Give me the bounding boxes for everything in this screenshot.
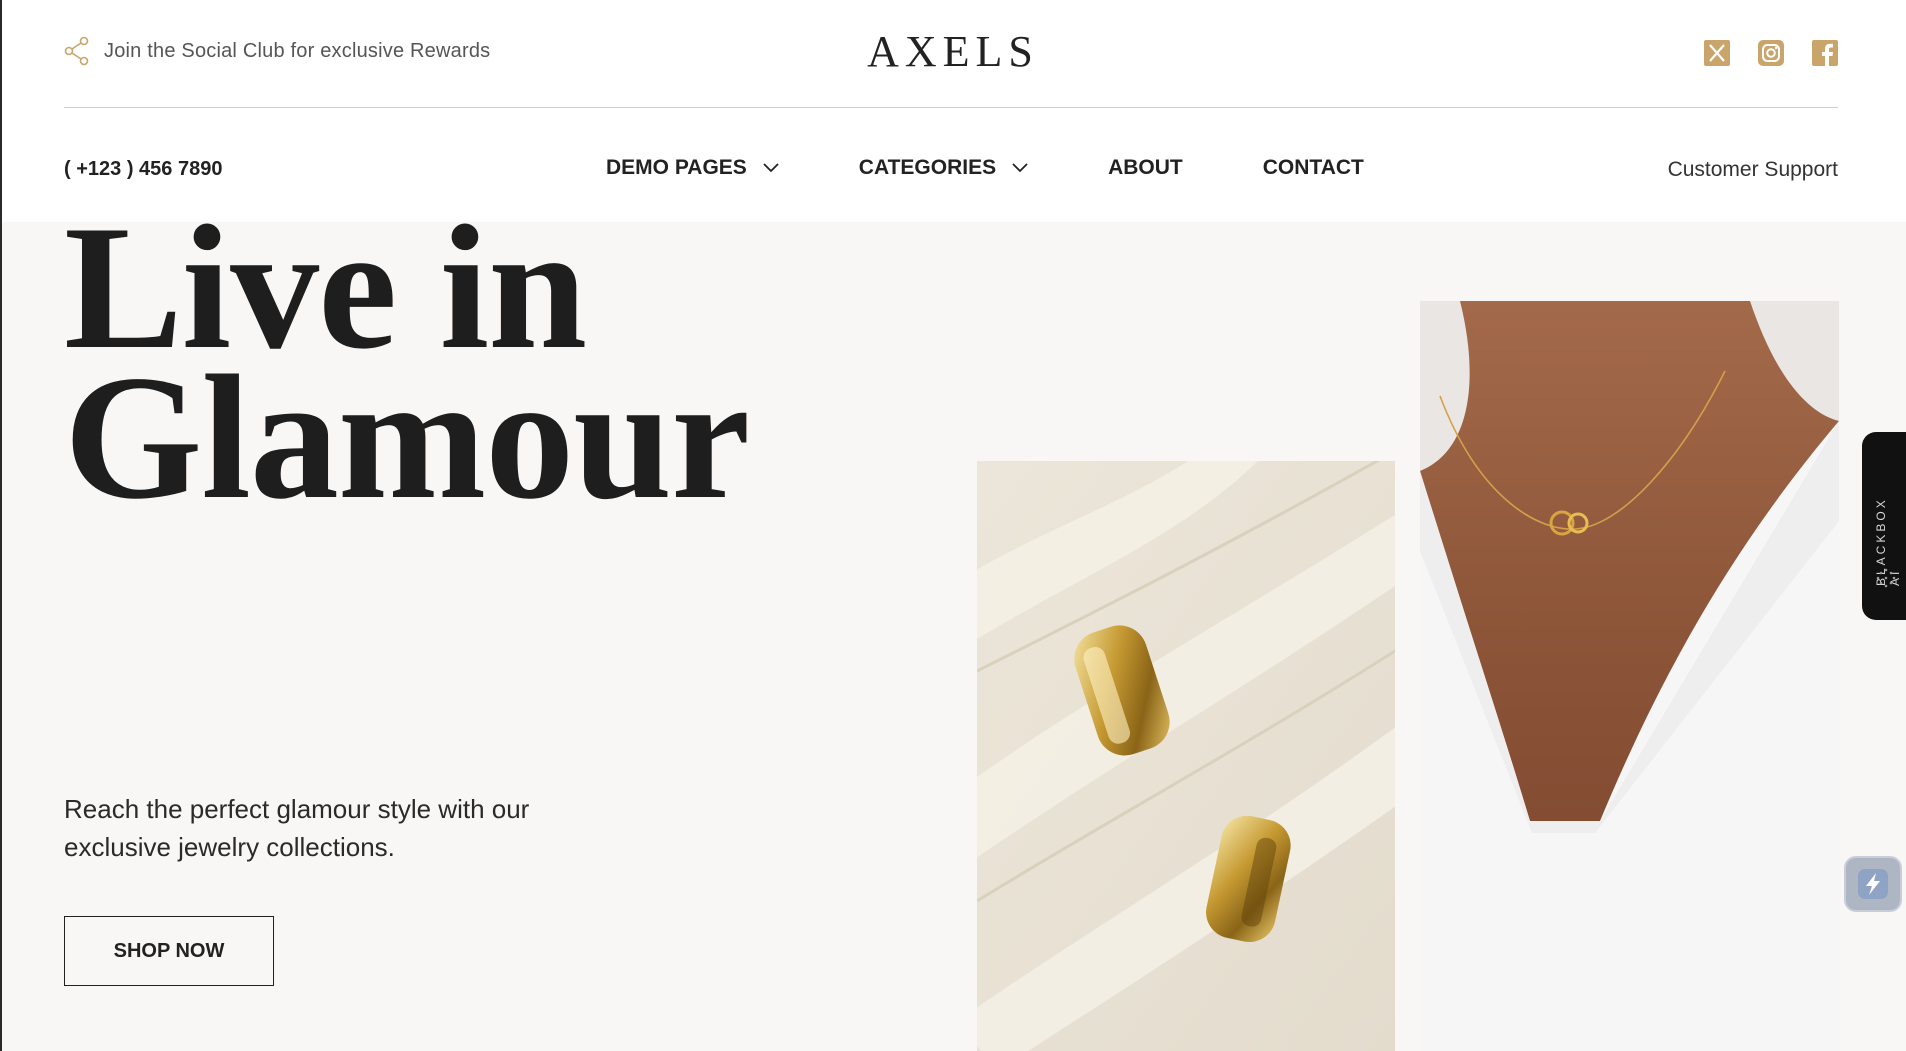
facebook-icon[interactable] <box>1812 40 1838 66</box>
chevron-down-icon <box>763 163 779 173</box>
assistant-button[interactable] <box>1844 856 1902 912</box>
nav-item-demo-pages[interactable]: DEMO PAGES <box>606 156 779 180</box>
top-bar: Join the Social Club for exclusive Rewar… <box>0 0 1906 108</box>
nav-item-categories[interactable]: CATEGORIES <box>859 156 1028 180</box>
hero-headline: Live in Glamour <box>64 198 824 526</box>
phone-number[interactable]: ( +123 ) 456 7890 <box>64 158 222 181</box>
nav-item-label: DEMO PAGES <box>606 156 747 179</box>
nav-item-contact[interactable]: CONTACT <box>1263 156 1364 180</box>
earrings-image <box>977 461 1395 1051</box>
hero-subtext: Reach the perfect glamour style with our… <box>64 794 530 862</box>
window-edge <box>0 0 2 1051</box>
instagram-icon[interactable] <box>1758 40 1784 66</box>
nav-item-about[interactable]: ABOUT <box>1108 156 1183 180</box>
lightning-icon <box>1858 869 1888 899</box>
nav-item-label: CATEGORIES <box>858 156 997 179</box>
nav-menu: DEMO PAGES CATEGORIES ABOUT CONTACT <box>606 156 1364 180</box>
necklace-image <box>1420 301 1839 1051</box>
dots-icon <box>1876 568 1896 588</box>
headline-line-2: Glamour <box>64 338 750 536</box>
nav-item-label: CONTACT <box>1262 156 1364 179</box>
nav-item-label: ABOUT <box>1108 156 1183 179</box>
social-links <box>1704 40 1838 66</box>
x-icon[interactable] <box>1704 40 1730 66</box>
shop-now-button[interactable]: SHOP NOW <box>64 916 274 986</box>
blackbox-ai-tab[interactable]: BLACKBOX AI <box>1862 432 1906 620</box>
brand-logo[interactable]: AXELS <box>0 26 1906 77</box>
chevron-down-icon <box>1012 163 1028 173</box>
customer-support-link[interactable]: Customer Support <box>1668 158 1838 182</box>
